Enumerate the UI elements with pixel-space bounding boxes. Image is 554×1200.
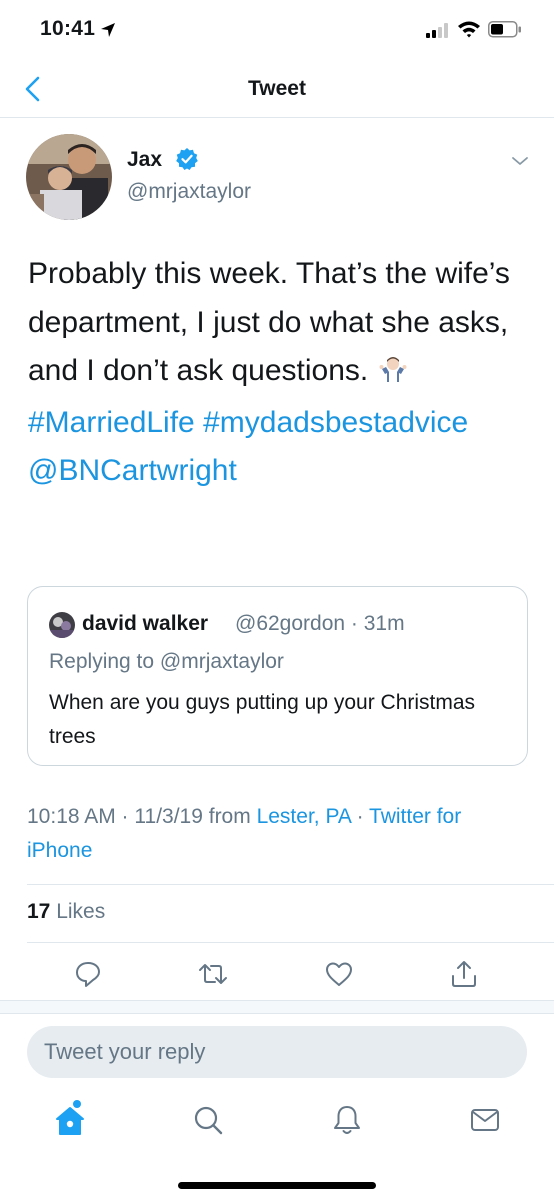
section-separator <box>0 1000 554 1014</box>
page-title: Tweet <box>248 77 306 100</box>
signal-icon <box>426 22 452 43</box>
author-handle[interactable]: @mrjaxtaylor <box>127 180 251 204</box>
quote-author-handle: @62gordon · 31m <box>235 612 405 635</box>
tweet-text: Probably this week. That’s the wife’s de… <box>28 250 528 496</box>
messages-icon[interactable] <box>468 1102 502 1138</box>
tweet-actions <box>0 950 554 996</box>
home-indicator <box>178 1182 376 1189</box>
tweet-body-text: Probably this week. That’s the wife’s de… <box>28 257 510 387</box>
likes-label: Likes <box>56 900 106 923</box>
replying-prefix: Replying to <box>49 650 155 673</box>
divider <box>27 942 554 943</box>
nav-bar: Tweet <box>0 60 554 118</box>
meta-separator: · <box>350 805 370 828</box>
likes-count: 17 <box>27 900 51 923</box>
search-icon[interactable] <box>191 1102 225 1138</box>
author-avatar[interactable] <box>26 134 112 220</box>
mention-link[interactable]: @BNCartwright <box>28 454 237 487</box>
like-icon[interactable] <box>323 958 355 990</box>
quote-replying-to: Replying to @mrjaxtaylor <box>49 650 284 674</box>
location-arrow-icon <box>100 22 116 43</box>
home-notification-dot <box>73 1100 81 1108</box>
tweet-meta: 10:18 AM · 11/3/19 from Lester, PA · Twi… <box>27 800 527 868</box>
quoted-tweet-card[interactable]: david walker @62gordon · 31m Replying to… <box>27 586 528 766</box>
quote-text: When are you guys putting up your Christ… <box>49 691 476 748</box>
quote-avatar <box>49 612 75 638</box>
reply-input[interactable] <box>27 1026 527 1078</box>
hashtag-link[interactable]: #mydadsbestadvice <box>203 406 468 439</box>
retweet-icon[interactable] <box>197 958 229 990</box>
tweet-header: Jax @mrjaxtaylor <box>0 118 554 228</box>
divider <box>27 884 554 885</box>
status-time: 10:41 <box>40 17 96 40</box>
chevron-down-icon[interactable] <box>510 154 530 173</box>
reply-icon[interactable] <box>72 958 104 990</box>
likes-stat[interactable]: 17 Likes <box>27 900 105 924</box>
share-icon[interactable] <box>448 958 480 990</box>
tweet-timestamp: 10:18 AM · 11/3/19 from <box>27 805 251 828</box>
replying-handle: @mrjaxtaylor <box>159 650 284 673</box>
author-name[interactable]: Jax <box>127 148 162 172</box>
hashtag-link[interactable]: #MarriedLife <box>28 406 195 439</box>
home-icon[interactable] <box>53 1102 87 1138</box>
person-shrugging-emoji-icon <box>379 350 407 399</box>
battery-icon <box>488 21 522 43</box>
quote-author-name: david walker <box>82 612 209 635</box>
wifi-icon <box>457 20 481 43</box>
tab-bar <box>0 1096 554 1152</box>
verified-badge-icon <box>175 147 199 176</box>
status-bar: 10:41 <box>0 0 554 60</box>
location-link[interactable]: Lester, PA <box>257 805 351 828</box>
notifications-icon[interactable] <box>330 1102 364 1138</box>
